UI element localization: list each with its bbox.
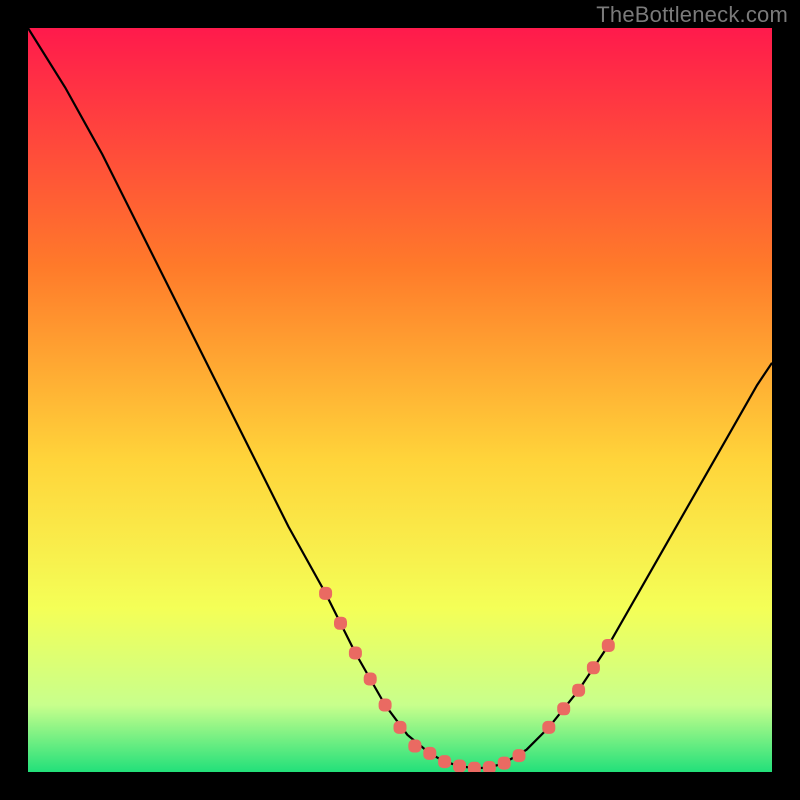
chart-svg	[28, 28, 772, 772]
marker-dot	[602, 639, 615, 652]
marker-dot	[438, 755, 451, 768]
marker-dot	[453, 760, 466, 773]
marker-dot	[483, 761, 496, 772]
plot-area	[28, 28, 772, 772]
marker-dot	[587, 661, 600, 674]
watermark-text: TheBottleneck.com	[596, 2, 788, 28]
marker-dot	[379, 699, 392, 712]
marker-dot	[572, 684, 585, 697]
marker-dot	[408, 740, 421, 753]
marker-dot	[349, 647, 362, 660]
marker-dot	[542, 721, 555, 734]
marker-dot	[394, 721, 407, 734]
marker-dot	[364, 673, 377, 686]
marker-dot	[498, 757, 511, 770]
marker-dot	[423, 747, 436, 760]
marker-dot	[468, 762, 481, 772]
marker-dot	[319, 587, 332, 600]
marker-dot	[513, 749, 526, 762]
chart-frame: TheBottleneck.com	[0, 0, 800, 800]
gradient-background	[28, 28, 772, 772]
marker-dot	[334, 617, 347, 630]
marker-dot	[557, 702, 570, 715]
